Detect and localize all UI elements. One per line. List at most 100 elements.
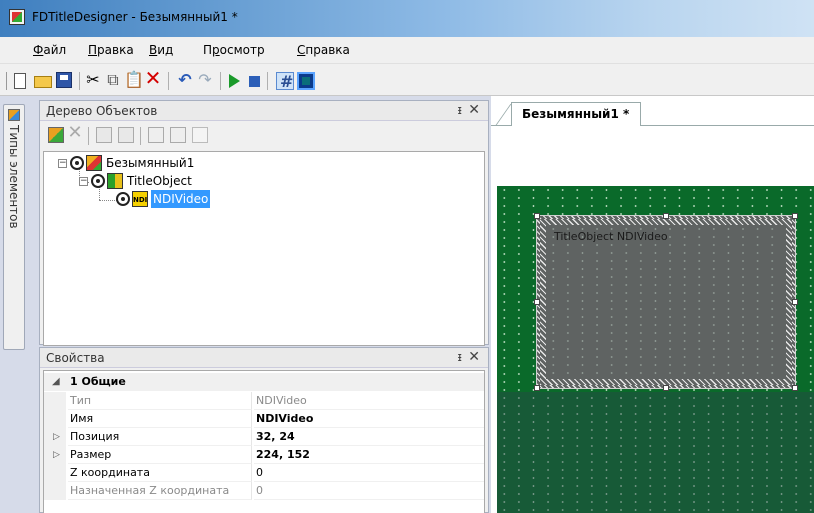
canvas-lower-region [497,392,814,513]
property-value[interactable]: 0 [254,482,484,500]
left-dock-strip: Типы элементов [0,96,34,513]
pin-icon[interactable]: ᵻ [458,350,462,364]
property-row-type[interactable]: Тип NDIVideo [44,392,484,410]
collapse-triangle-icon[interactable]: ◢ [52,373,60,391]
visibility-icon[interactable] [91,174,105,188]
toolbar-separator [168,72,169,90]
tree-toolbar-separator [140,127,141,145]
app-icon [9,9,25,25]
resize-handle[interactable] [663,385,669,391]
window-title: FDTitleDesigner - Безымянный1 * [32,10,238,24]
delete-icon[interactable]: ✕ [144,68,162,88]
cut-icon[interactable]: ✂ [84,71,102,89]
design-canvas[interactable]: TitleObject NDIVideo [497,186,814,513]
property-row-assigned-z[interactable]: Назначенная Z координата 0 [44,482,484,500]
property-value[interactable]: NDIVideo [254,410,484,428]
element-types-icon [8,109,20,121]
add-object-icon[interactable] [48,127,64,143]
row-gutter [44,464,66,482]
object-tree[interactable]: − Безымянный1 − TitleObject NDI NDIVideo [43,151,485,346]
row-gutter [44,392,66,410]
menu-edit[interactable]: Правка [88,43,134,57]
resize-handle[interactable] [792,385,798,391]
collapse-icon[interactable]: − [58,159,67,168]
property-row-position[interactable]: ▷ Позиция 32, 24 [44,428,484,446]
property-row-z[interactable]: Z координата 0 [44,464,484,482]
properties-title: Свойства [46,351,105,365]
property-value[interactable]: 0 [254,464,484,482]
ndi-video-area[interactable]: TitleObject NDIVideo [546,225,786,379]
pin-icon[interactable]: ᵻ [458,103,462,117]
collapse-icon[interactable]: − [79,177,88,186]
paste-icon[interactable]: 📋 [124,71,144,89]
object-tree-toolbar: ✕ [44,123,484,147]
undo-icon[interactable]: ↶ [176,71,194,89]
title-object-frame[interactable]: TitleObject NDIVideo [536,215,796,389]
property-row-name[interactable]: Имя NDIVideo [44,410,484,428]
move-up-icon[interactable] [96,127,112,143]
copy-icon[interactable]: ⧉ [104,71,122,89]
property-grid: ◢ 1 Общие Тип NDIVideo Имя NDIVideo ▷ По… [43,370,485,513]
redo-icon[interactable]: ↷ [196,71,214,89]
play-icon[interactable] [229,74,240,88]
tree-toolbar-separator [88,127,89,145]
open-object-icon[interactable] [148,127,164,143]
copy-object-icon[interactable] [192,127,208,143]
stop-icon[interactable] [249,76,260,87]
toolbar-separator [220,72,221,90]
row-gutter [44,410,66,428]
open-icon[interactable] [34,76,52,88]
save-icon[interactable] [56,72,72,88]
property-value[interactable]: NDIVideo [254,392,484,410]
menu-file[interactable]: Файл [33,43,66,57]
resize-handle[interactable] [534,213,540,219]
toolbar-grip [6,72,7,90]
element-types-label: Типы элементов [7,125,21,229]
remove-object-icon[interactable]: ✕ [66,124,84,142]
property-row-size[interactable]: ▷ Размер 224, 152 [44,446,484,464]
document-tab[interactable]: Безымянный1 * [511,102,641,126]
menu-preview[interactable]: Просмотр [203,43,265,57]
tree-node-ndi-video[interactable]: NDI NDIVideo [48,190,268,208]
property-name: Тип [68,392,252,410]
expand-triangle-icon[interactable]: ▷ [53,446,60,464]
project-icon [86,155,102,171]
tree-node-title-object[interactable]: − TitleObject [48,172,248,190]
move-down-icon[interactable] [118,127,134,143]
resize-handle[interactable] [534,299,540,305]
tree-node-root[interactable]: − Безымянный1 [48,154,248,172]
visibility-icon[interactable] [116,192,130,206]
property-name: Позиция [68,428,252,446]
close-icon[interactable]: ✕ [468,349,480,365]
ndi-icon: NDI [132,191,148,207]
document-tab-strip: Безымянный1 * [491,96,814,126]
property-value[interactable]: 32, 24 [254,428,484,446]
main-toolbar: ✂ ⧉ 📋 ✕ ↶ ↷ [0,64,814,96]
element-types-tab[interactable]: Типы элементов [3,104,25,350]
save-object-icon[interactable] [170,127,186,143]
menu-bar: Файл Правка Вид Просмотр Справка [0,37,814,64]
property-name: Размер [68,446,252,464]
close-icon[interactable]: ✕ [468,102,480,118]
resize-handle[interactable] [792,213,798,219]
property-name: Назначенная Z координата [68,482,252,500]
title-bar: FDTitleDesigner - Безымянный1 * [0,0,814,37]
properties-panel: Свойства ᵻ ✕ ◢ 1 Общие Тип NDIVideo Имя … [39,347,489,513]
tree-node-label: NDIVideo [151,190,211,208]
resize-handle[interactable] [534,385,540,391]
frame-icon[interactable] [297,72,315,90]
tree-node-label: TitleObject [127,174,192,188]
visibility-icon[interactable] [70,156,84,170]
property-value[interactable]: 224, 152 [254,446,484,464]
resize-handle[interactable] [663,213,669,219]
category-row[interactable]: ◢ 1 Общие [44,373,484,391]
new-icon[interactable] [14,73,26,89]
expand-triangle-icon[interactable]: ▷ [53,428,60,446]
grid-icon[interactable] [276,72,294,91]
object-tree-title: Дерево Объектов [46,104,158,118]
row-gutter [44,482,66,500]
menu-help[interactable]: Справка [297,43,350,57]
toolbar-separator [267,72,268,90]
menu-view[interactable]: Вид [149,43,173,57]
resize-handle[interactable] [792,299,798,305]
